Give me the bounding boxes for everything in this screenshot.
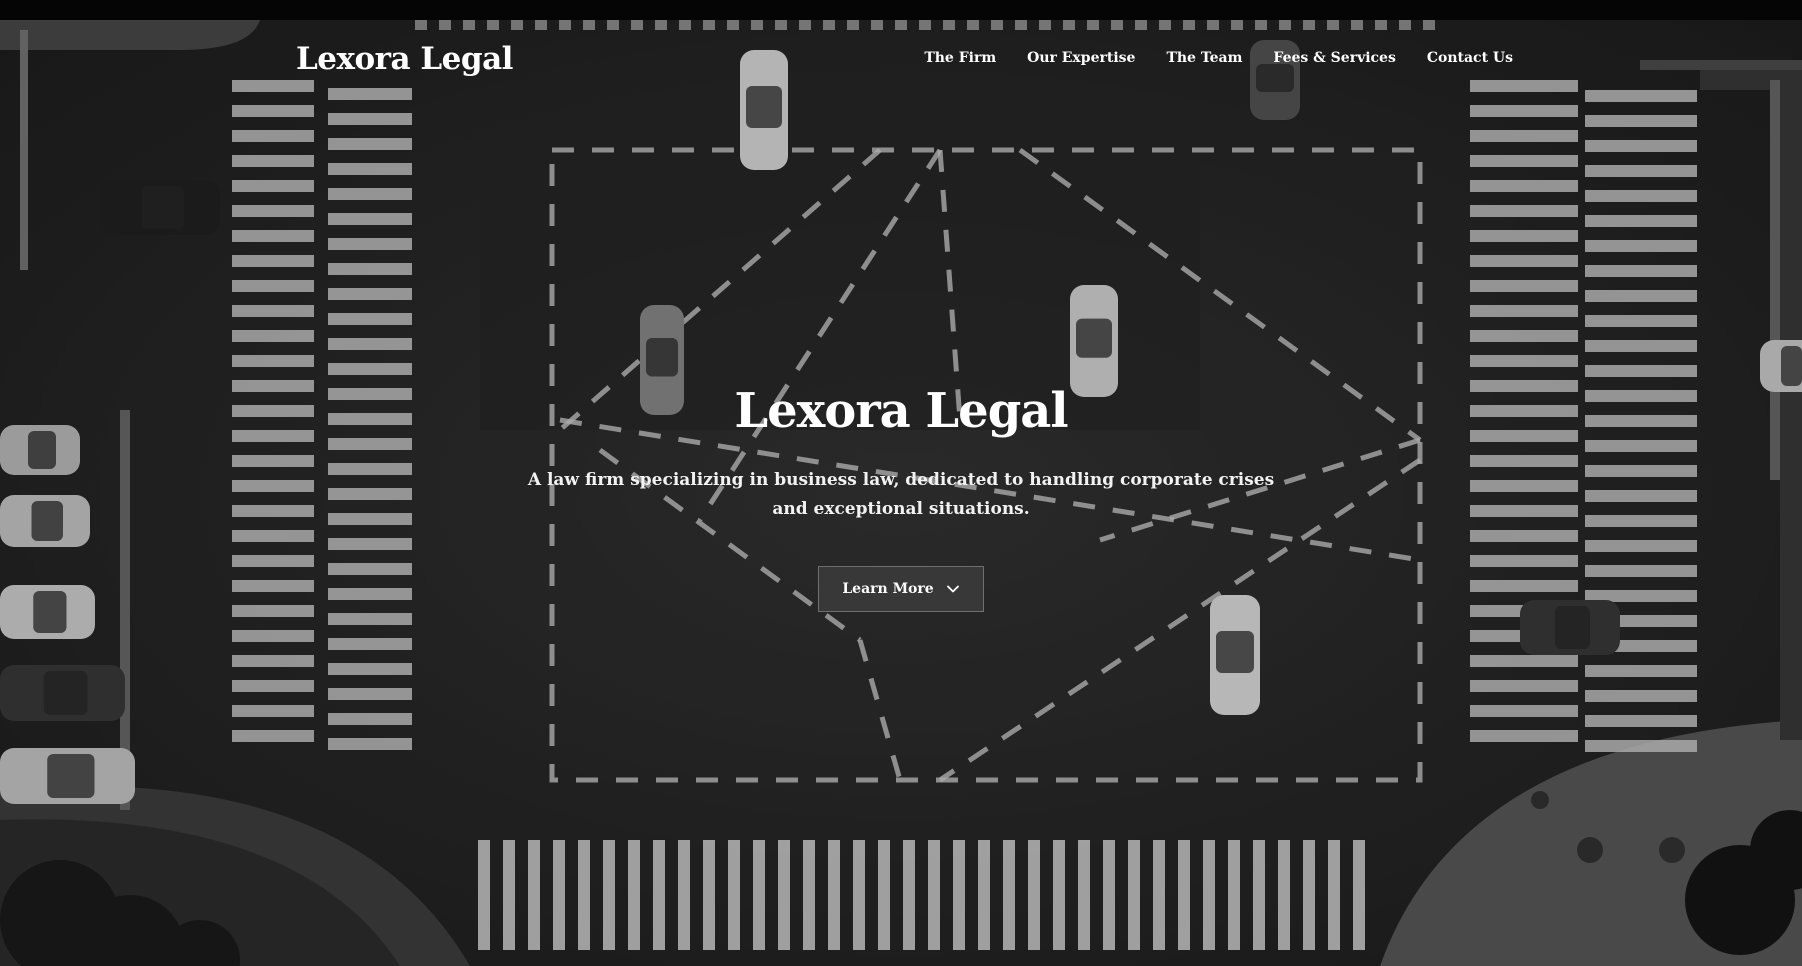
site-logo[interactable]: Lexora Legal [296,44,513,75]
site-header: Lexora Legal The Firm Our Expertise The … [0,20,1802,104]
hero-subtitle: A law firm specializing in business law,… [527,469,1275,519]
hero-section: Lexora Legal A law firm specializing in … [0,385,1802,612]
learn-more-button[interactable]: Learn More [818,565,984,612]
chevron-down-icon [946,585,959,593]
top-bar [0,0,1802,20]
page: Lexora Legal The Firm Our Expertise The … [0,0,1802,966]
main-nav: The Firm Our Expertise The Team Fees & S… [924,51,1513,65]
nav-item-our-expertise[interactable]: Our Expertise [1027,51,1135,65]
hero-title: Lexora Legal [734,383,1068,439]
nav-item-the-team[interactable]: The Team [1166,51,1242,65]
learn-more-label: Learn More [842,580,934,597]
nav-item-the-firm[interactable]: The Firm [924,51,996,65]
nav-item-fees-services[interactable]: Fees & Services [1273,51,1395,65]
nav-item-contact-us[interactable]: Contact Us [1427,51,1513,65]
